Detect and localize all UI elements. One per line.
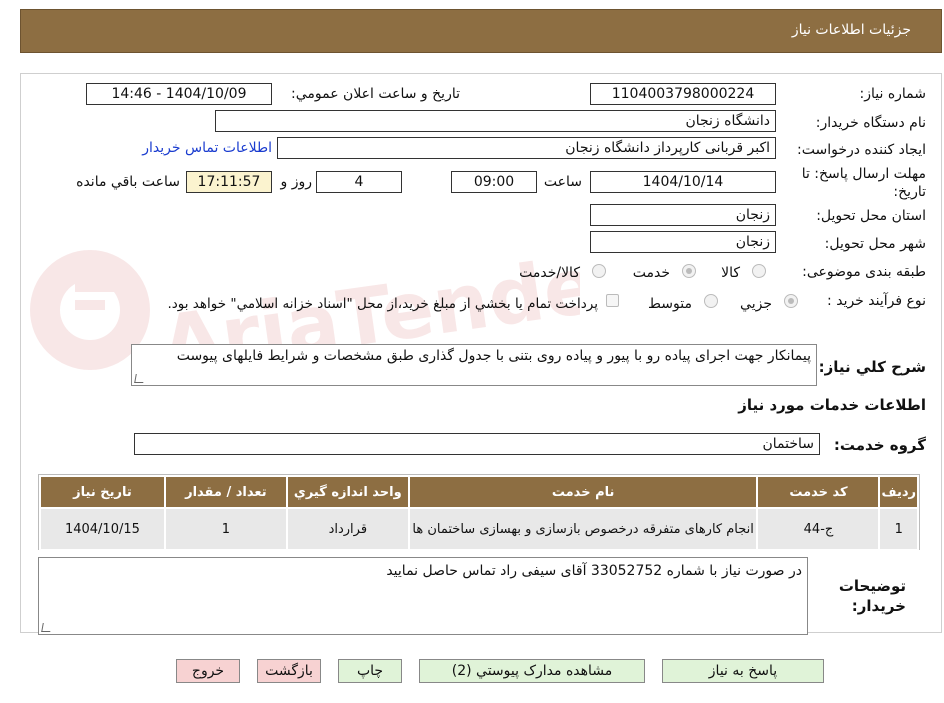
table-row: 1 ج-44 انجام کارهای متفرقه درخصوص بازساز… bbox=[39, 507, 919, 551]
need-number-field: 1104003798000224 bbox=[590, 83, 776, 105]
category-goods-service-radio[interactable] bbox=[592, 264, 606, 278]
col-service-code: کد خدمت bbox=[756, 475, 881, 509]
deadline-date-field: 1404/10/14 bbox=[590, 171, 776, 193]
buyer-notes-text: در صورت نیاز با شماره 33052752 آقای سیفی… bbox=[386, 563, 802, 579]
cell-quantity: 1 bbox=[163, 507, 288, 551]
services-table-container: رديف کد خدمت نام خدمت واحد اندازه گيري ت… bbox=[38, 474, 920, 551]
print-button[interactable]: چاپ bbox=[338, 659, 402, 683]
buyer-org-label: نام دستگاه خريدار: bbox=[815, 115, 926, 131]
table-header-row: رديف کد خدمت نام خدمت واحد اندازه گيري ت… bbox=[39, 475, 919, 509]
deadline-label-2: تاريخ: bbox=[893, 184, 926, 200]
requester-label: ايجاد کننده درخواست: bbox=[797, 142, 926, 158]
announce-datetime-field: 1404/10/09 - 14:46 bbox=[86, 83, 272, 105]
deadline-time-field: 09:00 bbox=[451, 171, 537, 193]
days-label: روز و bbox=[280, 174, 313, 190]
category-service-radio[interactable] bbox=[682, 264, 696, 278]
col-service-name: نام خدمت bbox=[407, 475, 759, 509]
category-goods-radio[interactable] bbox=[752, 264, 766, 278]
description-textarea[interactable]: پیمانکار جهت اجرای پیاده رو با پیور و پی… bbox=[131, 344, 817, 386]
province-label: استان محل تحويل: bbox=[816, 208, 926, 224]
category-goods-service-label: کالا/خدمت bbox=[519, 265, 580, 281]
cell-need-date: 1404/10/15 bbox=[39, 507, 166, 551]
buyer-org-field: دانشگاه زنجان bbox=[215, 110, 776, 132]
process-medium-radio[interactable] bbox=[704, 294, 718, 308]
treasury-payment-note: پرداخت تمام يا بخشي از مبلغ خريد،از محل … bbox=[167, 296, 598, 312]
city-label: شهر محل تحويل: bbox=[824, 236, 926, 252]
category-goods-label: کالا bbox=[721, 265, 740, 281]
process-medium-label: متوسط bbox=[648, 296, 692, 312]
process-minor-radio[interactable] bbox=[784, 294, 798, 308]
requester-field: اکبر قربانی کارپرداز دانشگاه زنجان bbox=[277, 137, 776, 159]
buyer-contact-link[interactable]: اطلاعات تماس خريدار bbox=[142, 140, 272, 156]
cell-service-code: ج-44 bbox=[756, 507, 881, 551]
reply-button[interactable]: پاسخ به نياز bbox=[662, 659, 824, 683]
cell-unit: قرارداد bbox=[285, 507, 410, 551]
page-title: جزئيات اطلاعات نياز bbox=[791, 22, 911, 38]
buyer-notes-textarea[interactable]: در صورت نیاز با شماره 33052752 آقای سیفی… bbox=[38, 557, 808, 635]
province-field: زنجان bbox=[590, 204, 776, 226]
category-label: طبقه بندی موضوعی: bbox=[802, 264, 926, 280]
need-number-label: شماره نياز: bbox=[859, 86, 927, 102]
remaining-time-label: ساعت باقي مانده bbox=[76, 174, 180, 190]
deadline-label: مهلت ارسال پاسخ: تا bbox=[801, 166, 926, 182]
exit-button[interactable]: خروج bbox=[176, 659, 240, 683]
resize-handle-icon[interactable] bbox=[41, 623, 52, 632]
col-row-number: رديف bbox=[878, 475, 919, 509]
announce-label: تاريخ و ساعت اعلان عمومي: bbox=[291, 86, 460, 102]
city-field: زنجان bbox=[590, 231, 776, 253]
cell-row-number: 1 bbox=[878, 507, 919, 551]
page-header: جزئيات اطلاعات نياز bbox=[20, 9, 942, 53]
category-service-label: خدمت bbox=[632, 265, 670, 281]
process-minor-label: جزيي bbox=[740, 296, 772, 312]
resize-handle-icon[interactable] bbox=[134, 374, 145, 383]
deadline-time-label: ساعت bbox=[543, 174, 582, 190]
service-group-label: گروه خدمت: bbox=[833, 436, 926, 454]
services-section-title: اطلاعات خدمات مورد نياز bbox=[738, 396, 926, 414]
buyer-notes-label-2: خريدار: bbox=[851, 597, 906, 615]
buyer-notes-label: توضيحات bbox=[838, 577, 906, 595]
col-need-date: تاريخ نياز bbox=[39, 475, 166, 509]
days-remaining-field: 4 bbox=[316, 171, 402, 193]
back-button[interactable]: بازگشت bbox=[257, 659, 321, 683]
cell-service-name: انجام کارهای متفرقه درخصوص بازسازی و بهس… bbox=[407, 507, 759, 551]
service-group-field: ساختمان bbox=[134, 433, 820, 455]
process-label: نوع فرآیند خرید : bbox=[827, 293, 926, 309]
services-table: رديف کد خدمت نام خدمت واحد اندازه گيري ت… bbox=[39, 475, 919, 551]
col-unit: واحد اندازه گيري bbox=[285, 475, 410, 509]
col-quantity: تعداد / مقدار bbox=[163, 475, 288, 509]
remaining-time-field: 17:11:57 bbox=[186, 171, 272, 193]
treasury-payment-checkbox[interactable] bbox=[606, 294, 619, 307]
view-attachments-button[interactable]: مشاهده مدارک پيوستي (2) bbox=[419, 659, 645, 683]
description-text: پیمانکار جهت اجرای پیاده رو با پیور و پی… bbox=[176, 348, 811, 364]
description-label: شرح کلي نياز: bbox=[818, 358, 926, 376]
